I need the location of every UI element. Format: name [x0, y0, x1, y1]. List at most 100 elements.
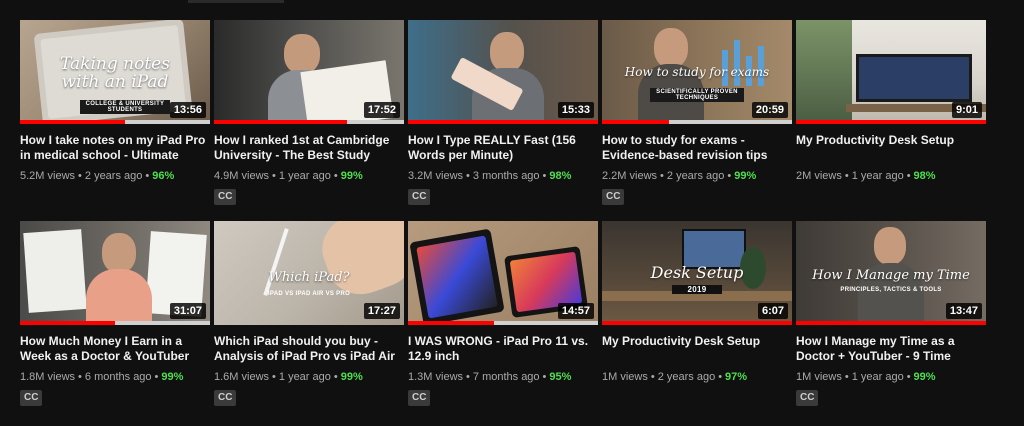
- video-title[interactable]: My Productivity Desk Setup: [602, 334, 788, 364]
- like-ratio: 97%: [725, 371, 748, 383]
- video-title[interactable]: How Much Money I Earn in a Week as a Doc…: [20, 334, 206, 364]
- watch-progress-bar: [214, 120, 404, 124]
- video-card[interactable]: 17:52 How I ranked 1st at Cambridge Univ…: [214, 20, 404, 205]
- upload-age: 2 years ago: [84, 170, 143, 182]
- video-thumbnail[interactable]: 14:57: [408, 221, 598, 325]
- upload-age: 7 months ago: [472, 371, 540, 383]
- view-count: 2.2M views: [602, 170, 658, 182]
- video-card[interactable]: Desk Setup 2019 6:07 My Productivity Des…: [602, 221, 792, 406]
- video-duration: 13:47: [945, 303, 982, 319]
- video-card[interactable]: How to study for exams SCIENTIFICALLY PR…: [602, 20, 792, 205]
- video-card[interactable]: Which iPad? IPAD VS IPAD AIR VS PRO 17:2…: [214, 221, 404, 406]
- meta-separator: •: [906, 371, 911, 383]
- view-count: 1.3M views: [408, 371, 464, 383]
- video-thumbnail[interactable]: Taking notes with an iPad COLLEGE & UNIV…: [20, 20, 210, 124]
- closed-captions-badge: CC: [796, 390, 819, 406]
- video-title[interactable]: How I Manage my Time as a Doctor + YouTu…: [796, 334, 982, 364]
- closed-captions-badge: CC: [214, 189, 237, 205]
- view-count: 1.6M views: [214, 371, 270, 383]
- upload-age: 2 years ago: [657, 371, 716, 383]
- video-meta: 3.2M views • 3 months ago • 98%: [408, 169, 598, 183]
- video-card[interactable]: 15:33 How I Type REALLY Fast (156 Words …: [408, 20, 598, 205]
- video-thumbnail[interactable]: 31:07: [20, 221, 210, 325]
- meta-separator: •: [333, 371, 338, 383]
- meta-separator: •: [78, 170, 82, 182]
- video-duration: 9:01: [951, 102, 982, 118]
- video-title[interactable]: How I ranked 1st at Cambridge University…: [214, 133, 400, 163]
- like-ratio: 98%: [549, 170, 572, 182]
- like-ratio: 99%: [340, 170, 363, 182]
- thumbnail-overlay-title: Taking notes with an iPad: [60, 54, 170, 92]
- watch-progress-bar: [796, 120, 986, 124]
- video-meta: 2M views • 1 year ago • 98%: [796, 169, 986, 183]
- view-count: 1M views: [796, 371, 842, 383]
- meta-separator: •: [145, 170, 150, 182]
- video-thumbnail[interactable]: Which iPad? IPAD VS IPAD AIR VS PRO 17:2…: [214, 221, 404, 325]
- watch-progress-bar: [20, 321, 210, 325]
- watch-progress-fill: [796, 120, 986, 124]
- video-thumbnail[interactable]: 9:01: [796, 20, 986, 124]
- watch-progress-fill: [408, 120, 598, 124]
- view-count: 1.8M views: [20, 371, 76, 383]
- closed-captions-badge: CC: [214, 390, 237, 406]
- view-count: 5.2M views: [20, 170, 76, 182]
- video-meta: 1.8M views • 6 months ago • 99%: [20, 370, 210, 384]
- closed-captions-badge: CC: [602, 189, 625, 205]
- closed-captions-badge: CC: [20, 390, 43, 406]
- video-title[interactable]: How to study for exams - Evidence-based …: [602, 133, 788, 163]
- watch-progress-bar: [408, 120, 598, 124]
- view-count: 1M views: [602, 371, 648, 383]
- video-meta: 1.3M views • 7 months ago • 95%: [408, 370, 598, 384]
- meta-separator: •: [466, 371, 470, 383]
- meta-separator: •: [650, 371, 655, 383]
- watch-progress-fill: [20, 120, 125, 124]
- video-title[interactable]: My Productivity Desk Setup: [796, 133, 982, 163]
- view-count: 3.2M views: [408, 170, 464, 182]
- video-duration: 20:59: [751, 102, 788, 118]
- view-count: 4.9M views: [214, 170, 270, 182]
- watch-progress-bar: [20, 120, 210, 124]
- video-title[interactable]: Which iPad should you buy - Analysis of …: [214, 334, 400, 364]
- watch-progress-fill: [796, 321, 986, 325]
- video-card[interactable]: How I Manage my Time PRINCIPLES, TACTICS…: [796, 221, 986, 406]
- meta-separator: •: [660, 170, 664, 182]
- video-card[interactable]: 9:01 My Productivity Desk Setup 2M views…: [796, 20, 986, 205]
- meta-separator: •: [154, 371, 159, 383]
- video-meta: 1M views • 1 year ago • 99%: [796, 370, 986, 384]
- video-title[interactable]: How I Type REALLY Fast (156 Words per Mi…: [408, 133, 594, 163]
- like-ratio: 99%: [340, 371, 363, 383]
- like-ratio: 99%: [161, 371, 184, 383]
- video-card[interactable]: 31:07 How Much Money I Earn in a Week as…: [20, 221, 210, 406]
- video-title[interactable]: How I take notes on my iPad Pro in medic…: [20, 133, 206, 163]
- video-card[interactable]: 14:57 I WAS WRONG - iPad Pro 11 vs. 12.9…: [408, 221, 598, 406]
- video-duration: 31:07: [169, 303, 206, 319]
- video-duration: 13:56: [169, 102, 206, 118]
- thumbnail-overlay-subtitle: IPAD VS IPAD AIR VS PRO: [267, 291, 351, 297]
- video-thumbnail[interactable]: How I Manage my Time PRINCIPLES, TACTICS…: [796, 221, 986, 325]
- upload-age: 2 years ago: [666, 170, 725, 182]
- like-ratio: 96%: [152, 170, 175, 182]
- video-meta: 1M views • 2 years ago • 97%: [602, 370, 792, 384]
- watch-progress-bar: [796, 321, 986, 325]
- meta-separator: •: [727, 170, 732, 182]
- video-thumbnail[interactable]: 17:52: [214, 20, 404, 124]
- video-title[interactable]: I WAS WRONG - iPad Pro 11 vs. 12.9 inch: [408, 334, 594, 364]
- video-card[interactable]: Taking notes with an iPad COLLEGE & UNIV…: [20, 20, 210, 205]
- meta-separator: •: [272, 371, 276, 383]
- thumbnail-overlay-title: How I Manage my Time: [812, 268, 970, 283]
- video-duration: 14:57: [557, 303, 594, 319]
- video-thumbnail[interactable]: 15:33: [408, 20, 598, 124]
- video-thumbnail[interactable]: How to study for exams SCIENTIFICALLY PR…: [602, 20, 792, 124]
- upload-age: 3 months ago: [472, 170, 540, 182]
- thumbnail-overlay-subtitle: 2019: [672, 285, 722, 294]
- video-thumbnail[interactable]: Desk Setup 2019 6:07: [602, 221, 792, 325]
- video-meta: 5.2M views • 2 years ago • 96%: [20, 169, 210, 183]
- meta-separator: •: [718, 371, 723, 383]
- video-grid: Taking notes with an iPad COLLEGE & UNIV…: [20, 20, 990, 406]
- top-strip: [188, 0, 284, 3]
- meta-separator: •: [844, 170, 849, 182]
- video-duration: 17:27: [363, 303, 400, 319]
- thumbnail-overlay-subtitle: COLLEGE & UNIVERSITY STUDENTS: [80, 100, 170, 114]
- like-ratio: 99%: [734, 170, 757, 182]
- video-meta: 4.9M views • 1 year ago • 99%: [214, 169, 404, 183]
